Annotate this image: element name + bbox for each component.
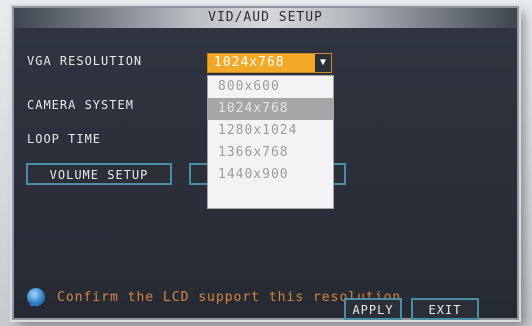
loop-time-label: LOOP TIME (27, 132, 102, 146)
apply-button[interactable]: APPLY (344, 298, 402, 320)
screen-frame: VID/AUD SETUP VGA RESOLUTION CAMERA SYST… (0, 0, 532, 326)
settings-panel: VGA RESOLUTION CAMERA SYSTEM LOOP TIME V… (14, 28, 517, 320)
option-1024x768[interactable]: 1024x768 (208, 98, 333, 120)
vga-resolution-label: VGA RESOLUTION (27, 54, 143, 68)
vid-aud-setup-dialog: VID/AUD SETUP VGA RESOLUTION CAMERA SYST… (12, 6, 519, 320)
vga-resolution-value: 1024x768 (214, 55, 285, 70)
volume-setup-button[interactable]: VOLUME SETUP (26, 163, 172, 185)
option-800x600[interactable]: 800x600 (208, 76, 333, 98)
option-1440x900[interactable]: 1440x900 (208, 164, 333, 186)
info-bubble-icon (27, 288, 45, 306)
vga-resolution-options: 800x600 1024x768 1280x1024 1366x768 1440… (207, 75, 334, 209)
option-1280x1024[interactable]: 1280x1024 (208, 120, 333, 142)
camera-system-label: CAMERA SYSTEM (27, 98, 134, 112)
dialog-title: VID/AUD SETUP (14, 8, 517, 28)
option-1366x768[interactable]: 1366x768 (208, 142, 333, 164)
vga-resolution-dropdown[interactable]: 1024x768 ▼ (207, 53, 332, 73)
exit-button[interactable]: EXIT (411, 298, 479, 320)
chevron-down-icon[interactable]: ▼ (315, 54, 331, 72)
